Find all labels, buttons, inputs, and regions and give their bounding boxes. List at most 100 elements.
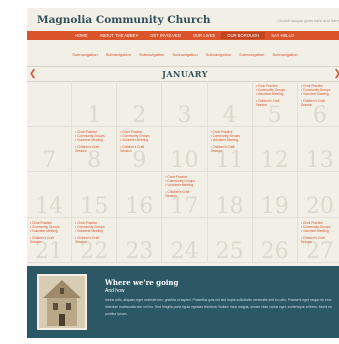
calendar-day[interactable]: 6 • Choir Practice • Community Groups • Vol… <box>297 81 339 127</box>
event-list: • Choir Practice • Community Groups • Volu… <box>301 84 330 107</box>
day-number: 22 <box>80 239 109 263</box>
event-link[interactable]: Session <box>30 240 59 244</box>
day-number: 9 <box>132 148 147 172</box>
calendar-day[interactable]: 17 • Choir Practice • Community Groups • Vo… <box>162 172 208 218</box>
calendar-day[interactable]: 15 <box>72 172 118 218</box>
event-link[interactable]: Session <box>165 194 194 198</box>
event-link[interactable]: • Volunteer Meeting <box>256 92 285 96</box>
nav-item-our-lives[interactable]: OUR LIVES <box>187 32 221 39</box>
site-title[interactable]: Magnolia Community Church <box>37 14 210 26</box>
event-link[interactable]: Session <box>211 149 240 153</box>
subnav-item[interactable]: Subnavigation <box>272 52 297 57</box>
event-link[interactable]: • Community Groups <box>75 225 104 229</box>
day-number: 3 <box>177 102 192 127</box>
calendar-day[interactable]: 16 <box>117 172 163 218</box>
calendar-day[interactable]: 22 • Choir Practice • Community Groups • Vo… <box>72 217 118 263</box>
calendar-day[interactable]: 10 <box>162 126 208 172</box>
calendar-day[interactable]: 21 • Choir Practice • Community Groups • Vo… <box>27 217 73 263</box>
event-link[interactable]: Session <box>120 149 149 153</box>
day-number: 23 <box>125 239 154 263</box>
day-number: 13 <box>305 148 334 172</box>
event-link[interactable]: • Volunteer Meeting <box>75 138 104 142</box>
calendar-day[interactable]: 25 <box>207 217 253 263</box>
event-link[interactable]: • Community Groups <box>75 134 104 138</box>
calendar-day[interactable]: 3 <box>162 81 208 127</box>
subnav-item[interactable]: Subnavigation <box>139 52 164 57</box>
day-number: 21 <box>35 239 64 263</box>
day-number: 18 <box>215 193 244 218</box>
calendar-day[interactable]: 8 • Choir Practice • Community Groups • Vol… <box>72 126 118 172</box>
calendar-day[interactable]: 19 <box>252 172 298 218</box>
subnav-item[interactable]: Subnavigation <box>106 52 131 57</box>
event-link[interactable]: • Community Groups <box>301 225 330 229</box>
event-link[interactable]: Session <box>256 103 285 107</box>
calendar-day[interactable]: 26 <box>252 217 298 263</box>
day-number: 24 <box>170 239 199 263</box>
event-link[interactable]: • Volunteer Meeting <box>75 229 104 233</box>
day-number: 12 <box>260 148 289 172</box>
church-building-image <box>37 274 87 330</box>
subnav-item[interactable]: Subnavigation <box>172 52 197 57</box>
nav-item-say-hello[interactable]: SAY HELLO <box>265 32 300 39</box>
nav-item-get-involved[interactable]: GET INVOLVED <box>144 32 187 39</box>
calendar-day[interactable]: 27 • Choir Practice • Community Groups • Vo… <box>297 218 339 263</box>
subnav-item[interactable]: Subnavigation <box>72 52 97 57</box>
calendar-day[interactable]: 20 <box>297 172 339 218</box>
footer-section: Where we're going And how metus odio, al… <box>27 266 339 338</box>
calendar-day[interactable]: 5 • Choir Practice • Community Groups • Vol… <box>252 81 298 127</box>
event-link[interactable]: • Volunteer Meeting <box>211 138 240 142</box>
nav-item-our-borough[interactable]: OUR BOROUGH <box>221 32 266 39</box>
month-title: JANUARY <box>162 69 208 79</box>
calendar-day[interactable]: 1 <box>72 81 118 127</box>
day-number: 4 <box>222 102 237 127</box>
event-list: • Choir Practice • Community Groups • Volu… <box>120 130 149 153</box>
calendar-day[interactable]: 2 <box>117 81 163 127</box>
day-number: 10 <box>170 148 199 172</box>
calendar-day[interactable]: 23 <box>117 217 163 263</box>
nav-item-about-the-abbey[interactable]: ABOUT THE ABBEY <box>94 32 145 39</box>
event-link[interactable]: • Volunteer Meeting <box>165 183 194 187</box>
event-link[interactable]: Session <box>301 240 330 244</box>
calendar-day[interactable]: 24 <box>162 217 208 263</box>
event-link[interactable]: • Community Groups <box>211 134 240 138</box>
event-link[interactable]: Session <box>301 103 330 107</box>
event-link[interactable]: Session <box>75 149 104 153</box>
event-link[interactable]: • Volunteer Meeting <box>301 229 330 233</box>
calendar-day[interactable]: 7 <box>27 126 73 172</box>
calendar-day[interactable]: 9 • Choir Practice • Community Groups • Vol… <box>117 126 163 172</box>
footer-body: metus odio, aliquam eget molestie nec, g… <box>105 298 332 316</box>
day-number: 19 <box>260 193 289 218</box>
event-link[interactable]: • Volunteer Meeting <box>301 92 330 96</box>
chevron-right-icon[interactable]: ❯ <box>333 68 339 79</box>
calendar-day[interactable]: 13 <box>297 127 339 172</box>
footer-title: Where we're going <box>105 278 179 287</box>
calendar-day[interactable] <box>27 81 73 127</box>
event-link[interactable]: • Community Groups <box>120 134 149 138</box>
day-number: 14 <box>35 193 64 218</box>
event-list: • Choir Practice • Community Groups • Volu… <box>30 221 59 244</box>
day-number: 11 <box>215 148 244 172</box>
event-link[interactable]: • Volunteer Meeting <box>30 229 59 233</box>
calendar-day[interactable]: 18 <box>207 172 253 218</box>
subnav-item[interactable]: Subnavigation <box>206 52 231 57</box>
day-number: 5 <box>267 102 282 127</box>
event-link[interactable]: • Volunteer Meeting <box>120 138 149 142</box>
calendar-grid: 1 2 3 4 5 • Choir Practice • Community Groups •… <box>27 81 339 263</box>
calendar-day[interactable]: 12 <box>252 126 298 172</box>
day-number: 2 <box>132 102 147 127</box>
event-list: • Choir Practice • Community Groups • Volu… <box>256 84 285 107</box>
event-link[interactable]: Session <box>75 240 104 244</box>
calendar-day[interactable]: 14 <box>27 172 73 218</box>
event-list: • Choir Practice • Community Groups • Volu… <box>165 175 194 198</box>
event-list: • Choir Practice • Community Groups • Volu… <box>75 221 104 244</box>
event-list: • Choir Practice • Community Groups • Volu… <box>211 130 240 153</box>
day-number: 20 <box>305 193 334 218</box>
subnav-item[interactable]: Subnavigation <box>239 52 264 57</box>
nav-item-home[interactable]: HOME <box>69 32 94 39</box>
event-link[interactable]: • Community Groups <box>30 225 59 229</box>
page-frame: Magnolia Community Church Church slogan … <box>27 8 339 338</box>
calendar-day[interactable]: 11 • Choir Practice • Community Groups • Vo… <box>207 126 253 172</box>
day-number: 6 <box>312 102 327 127</box>
day-number: 1 <box>87 102 102 127</box>
calendar-day[interactable]: 4 <box>207 81 253 127</box>
